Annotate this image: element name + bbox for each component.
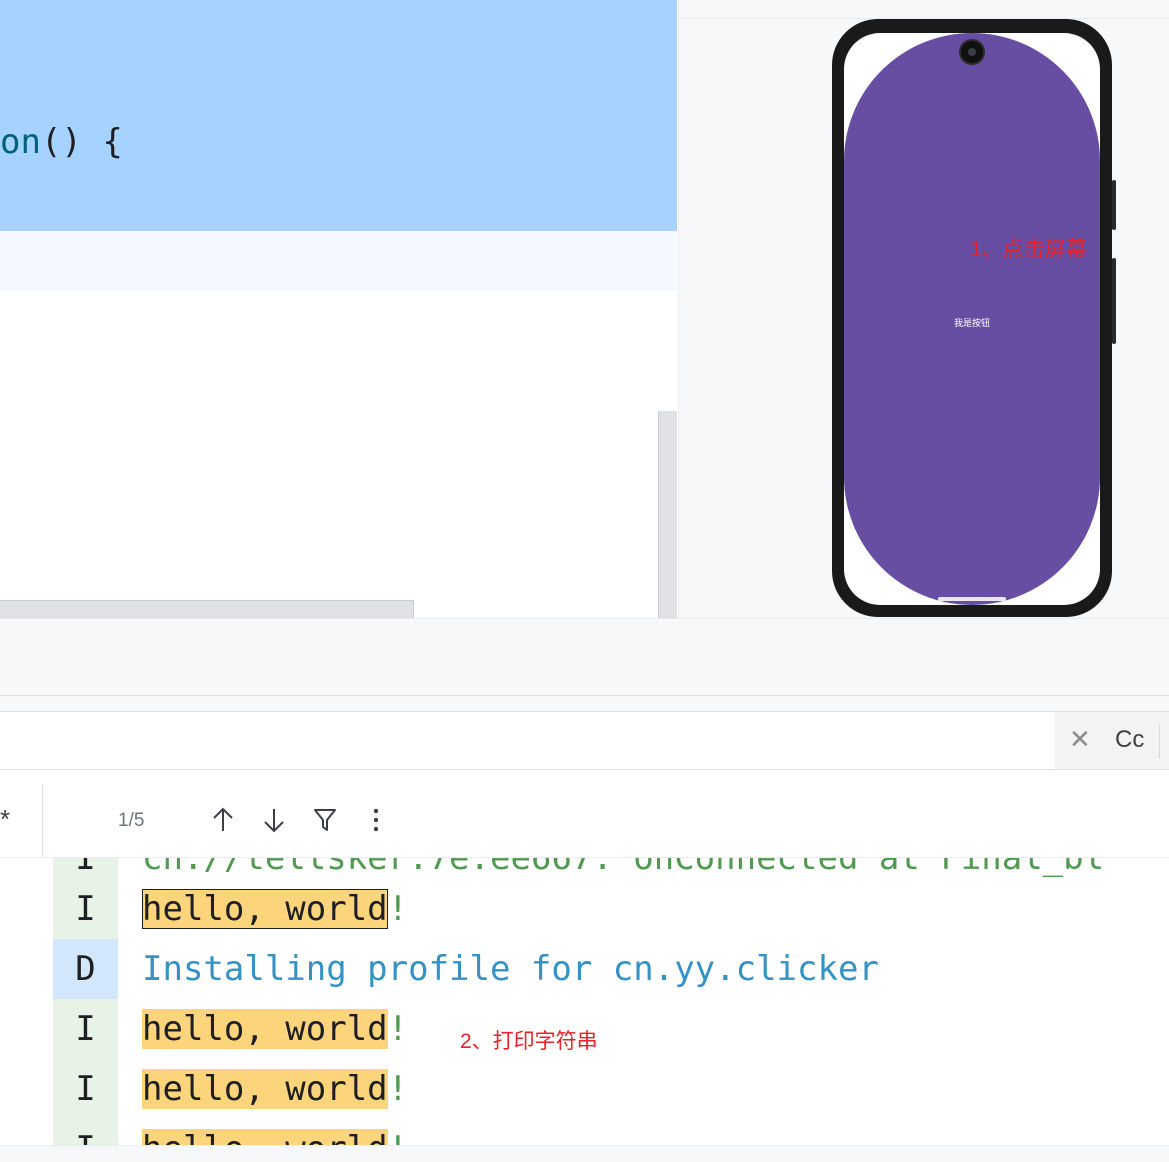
log-row[interactable]: I hello, world! (0, 1119, 1169, 1145)
filter-text: * (0, 804, 11, 834)
logcat-toolbar: * 1/5 (0, 784, 1169, 858)
vertical-scrollbar[interactable] (658, 411, 677, 618)
code-editor[interactable]: on() { (0, 0, 677, 618)
clear-icon[interactable]: ✕ (1069, 726, 1091, 752)
more-vertical-icon[interactable] (361, 804, 391, 836)
splitter-divider (0, 695, 1169, 696)
log-level: D (53, 939, 118, 999)
search-match-current: hello, world (142, 889, 388, 929)
filter-icon[interactable] (310, 804, 340, 836)
log-row[interactable]: D Installing profile for cn.yy.clicker (0, 939, 1169, 999)
camera-icon (961, 41, 983, 63)
search-match: hello, world (142, 1009, 388, 1049)
separator (1159, 724, 1160, 758)
match-count: 1/5 (118, 810, 145, 831)
log-message: hello, world! (142, 1059, 408, 1119)
current-line-highlight (0, 231, 677, 291)
phone-power-button (1112, 258, 1116, 344)
punctuation: ! (387, 889, 409, 929)
device-preview-panel: 我是按钮 (678, 0, 1169, 618)
punctuation: ! (388, 1129, 408, 1145)
search-actions: ✕ Cc (1055, 712, 1169, 769)
phone-screen[interactable]: 我是按钮 (844, 33, 1100, 605)
selected-code-block (0, 0, 677, 231)
match-case-toggle[interactable]: Cc (1115, 726, 1144, 754)
phone-volume-button (1112, 180, 1116, 230)
arrow-down-icon[interactable] (259, 804, 289, 836)
log-message: hello, world! (142, 999, 408, 1059)
panel-splitter[interactable] (0, 618, 1169, 712)
phone-frame: 我是按钮 (832, 19, 1112, 617)
button-label[interactable]: 我是按钮 (844, 316, 1100, 329)
punctuation: ! (387, 1009, 409, 1049)
annotation-tap-screen: 1、点击屏幕 (970, 238, 1087, 261)
log-row[interactable]: I hello, world! (0, 1059, 1169, 1119)
function-name: on (0, 122, 41, 162)
search-match: hello, world (142, 1129, 388, 1145)
log-level: I (53, 879, 118, 939)
log-level: I (53, 1119, 118, 1145)
code-line[interactable]: on() { (0, 118, 123, 166)
horizontal-scrollbar[interactable] (0, 600, 414, 618)
log-message: hello, world! (142, 1119, 408, 1145)
status-bar (0, 1145, 1169, 1162)
log-level: I (53, 1059, 118, 1119)
logcat-output[interactable]: I cn://tellsker:7e:ee667: onConnected at… (0, 858, 1169, 1145)
home-indicator (938, 597, 1006, 601)
punctuation: ! (387, 1069, 409, 1109)
search-match: hello, world (142, 1069, 388, 1109)
arrow-up-icon[interactable] (208, 804, 238, 836)
log-message: Installing profile for cn.yy.clicker (142, 949, 879, 989)
logcat-search-input[interactable] (0, 712, 1054, 769)
log-row[interactable]: I hello, world! (0, 879, 1169, 939)
logcat-search-bar: ✕ Cc (0, 711, 1169, 770)
code-text-suffix: () { (40, 122, 123, 162)
log-level: I (53, 999, 118, 1059)
filter-field[interactable]: * (0, 784, 43, 857)
annotation-print-string: 2、打印字符串 (460, 1030, 598, 1053)
log-message: hello, world! (142, 879, 408, 939)
